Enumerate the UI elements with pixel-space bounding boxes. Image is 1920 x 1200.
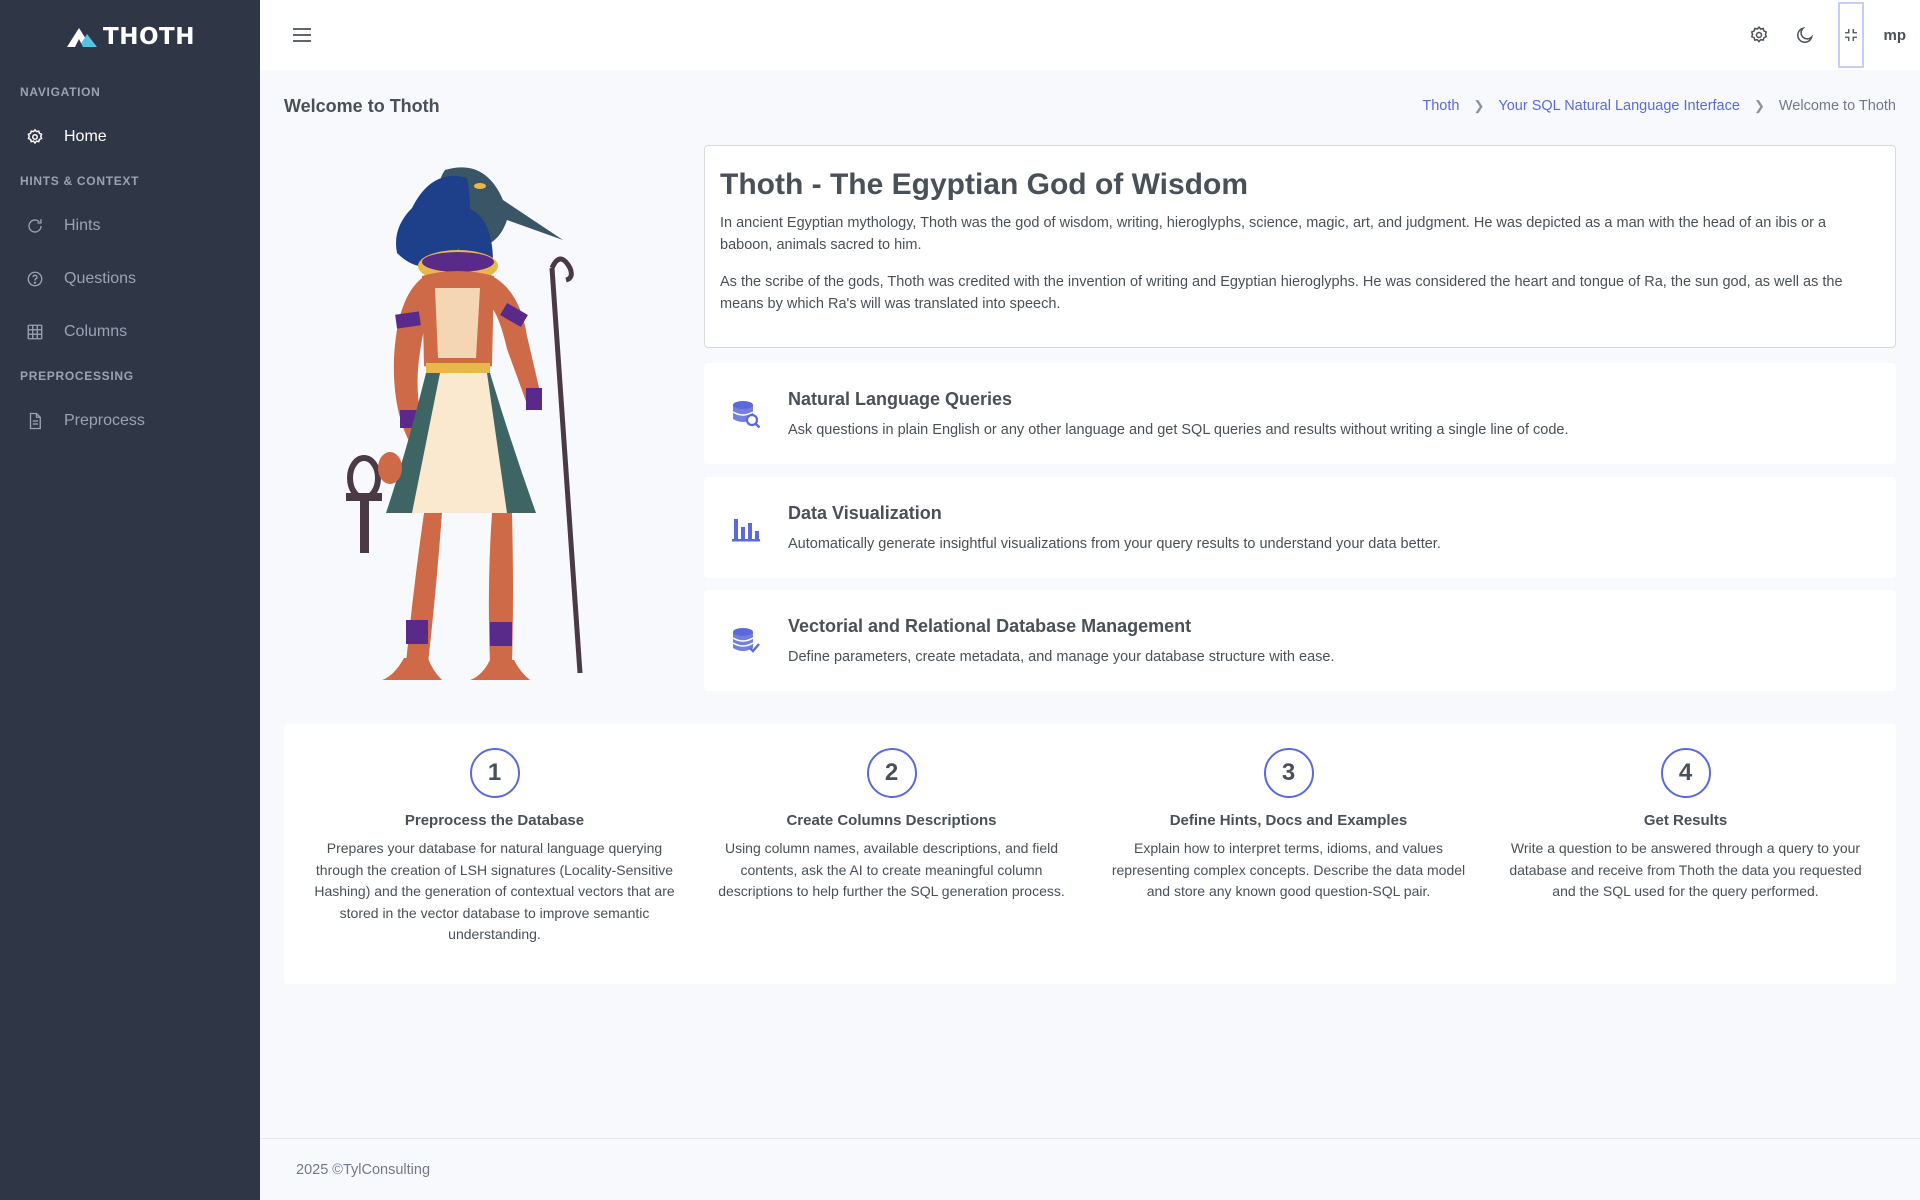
step-columns-descriptions: 2 Create Columns Descriptions Using colu… bbox=[693, 748, 1090, 984]
step-title: Get Results bbox=[1643, 812, 1728, 829]
logo-mountain-icon bbox=[67, 28, 98, 47]
logo-text: THOTH bbox=[103, 24, 195, 50]
step-number: 1 bbox=[469, 748, 520, 798]
sidebar-item-home[interactable]: Home bbox=[0, 110, 260, 163]
feature-title: Vectorial and Relational Database Manage… bbox=[788, 616, 1192, 636]
fullscreen-button[interactable] bbox=[1836, 0, 1866, 70]
sidebar-item-label: Columns bbox=[64, 322, 128, 340]
step-number: 4 bbox=[1660, 748, 1711, 798]
user-menu[interactable]: mp bbox=[1874, 27, 1920, 44]
gear-icon bbox=[27, 128, 43, 144]
feature-text: Vectorial and Relational Database Manage… bbox=[788, 616, 1334, 665]
grid-icon bbox=[27, 324, 43, 339]
bar-chart-icon bbox=[728, 510, 764, 546]
sidebar: THOTH NAVIGATION Home HINTS & CONTEXT Hi… bbox=[0, 0, 260, 1200]
thoth-illustration bbox=[346, 167, 583, 680]
breadcrumb: Thoth ❯ Your SQL Natural Language Interf… bbox=[1422, 98, 1896, 114]
chevron-right-icon: ❯ bbox=[1753, 98, 1765, 113]
sidebar-item-label: Hints bbox=[64, 216, 101, 234]
menu-toggle-button[interactable] bbox=[290, 23, 314, 47]
feature-card-database-management: Vectorial and Relational Database Manage… bbox=[704, 590, 1896, 691]
database-search-icon bbox=[728, 396, 764, 432]
settings-button[interactable] bbox=[1736, 0, 1782, 70]
sidebar-item-questions[interactable]: Questions bbox=[0, 252, 260, 305]
intro-heading: Thoth - The Egyptian God of Wisdom bbox=[720, 168, 1249, 201]
feature-text: Natural Language Queries Ask questions i… bbox=[788, 389, 1569, 438]
database-check-icon bbox=[728, 623, 764, 659]
feature-card-data-visualization: Data Visualization Automatically generat… bbox=[704, 477, 1896, 578]
footer-copyright: 2025 ©TylConsulting bbox=[296, 1161, 431, 1178]
step-description: Prepares your database for natural langu… bbox=[314, 840, 675, 942]
footer: 2025 ©TylConsulting bbox=[260, 1138, 1920, 1200]
step-description: Explain how to interpret terms, idioms, … bbox=[1111, 840, 1466, 899]
workflow-steps: 1 Preprocess the Database Prepares your … bbox=[284, 724, 1896, 984]
feature-card-natural-language: Natural Language Queries Ask questions i… bbox=[704, 363, 1896, 464]
sidebar-section-navigation: NAVIGATION bbox=[20, 85, 101, 99]
document-icon bbox=[29, 412, 41, 429]
step-title: Define Hints, Docs and Examples bbox=[1169, 812, 1408, 829]
question-circle-icon bbox=[27, 271, 43, 286]
theme-toggle-button[interactable] bbox=[1782, 0, 1828, 70]
step-number: 3 bbox=[1263, 748, 1314, 798]
breadcrumb-item-interface[interactable]: Your SQL Natural Language Interface bbox=[1498, 98, 1740, 114]
page-title: Welcome to Thoth bbox=[284, 96, 440, 116]
sidebar-section-hints-context: HINTS & CONTEXT bbox=[20, 174, 140, 188]
intro-paragraph: In ancient Egyptian mythology, Thoth was… bbox=[720, 215, 1827, 253]
step-number: 2 bbox=[866, 748, 917, 798]
breadcrumb-item-current: Welcome to Thoth bbox=[1778, 98, 1896, 114]
sidebar-item-label: Home bbox=[64, 127, 107, 145]
feature-title: Natural Language Queries bbox=[788, 389, 1013, 409]
step-title: Create Columns Descriptions bbox=[786, 812, 997, 829]
step-description: Using column names, available descriptio… bbox=[718, 840, 1065, 899]
sidebar-item-columns[interactable]: Columns bbox=[0, 305, 260, 358]
topbar-actions: mp bbox=[1736, 0, 1920, 70]
feature-description: Automatically generate insightful visual… bbox=[788, 536, 1441, 552]
sidebar-section-preprocessing: PREPROCESSING bbox=[20, 369, 134, 383]
step-description: Write a question to be answered through … bbox=[1509, 840, 1862, 899]
breadcrumb-item-thoth[interactable]: Thoth bbox=[1422, 98, 1459, 114]
sidebar-item-hints[interactable]: Hints bbox=[0, 199, 260, 252]
chevron-right-icon: ❯ bbox=[1473, 98, 1485, 113]
sidebar-item-preprocess[interactable]: Preprocess bbox=[0, 394, 260, 447]
step-preprocess: 1 Preprocess the Database Prepares your … bbox=[296, 748, 693, 984]
feature-description: Ask questions in plain English or any ot… bbox=[788, 422, 1569, 438]
sidebar-item-label: Preprocess bbox=[64, 411, 145, 429]
hamburger-icon bbox=[293, 28, 311, 42]
sidebar-item-label: Questions bbox=[64, 269, 137, 287]
step-title: Preprocess the Database bbox=[404, 812, 585, 829]
topbar: mp bbox=[260, 0, 1920, 70]
moon-icon bbox=[1796, 26, 1813, 43]
feature-description: Define parameters, create metadata, and … bbox=[788, 649, 1335, 665]
step-hints-docs: 3 Define Hints, Docs and Examples Explai… bbox=[1090, 748, 1487, 984]
gear-icon bbox=[1750, 25, 1767, 43]
exit-fullscreen-icon bbox=[1844, 29, 1857, 41]
feature-title: Data Visualization bbox=[788, 503, 942, 523]
intro-paragraph: As the scribe of the gods, Thoth was cre… bbox=[720, 274, 1843, 312]
step-get-results: 4 Get Results Write a question to be ans… bbox=[1487, 748, 1884, 984]
intro-card: Thoth - The Egyptian God of Wisdom In an… bbox=[704, 145, 1896, 348]
refresh-icon bbox=[28, 218, 42, 233]
app-logo[interactable]: THOTH bbox=[0, 0, 260, 74]
feature-text: Data Visualization Automatically generat… bbox=[788, 503, 1441, 552]
